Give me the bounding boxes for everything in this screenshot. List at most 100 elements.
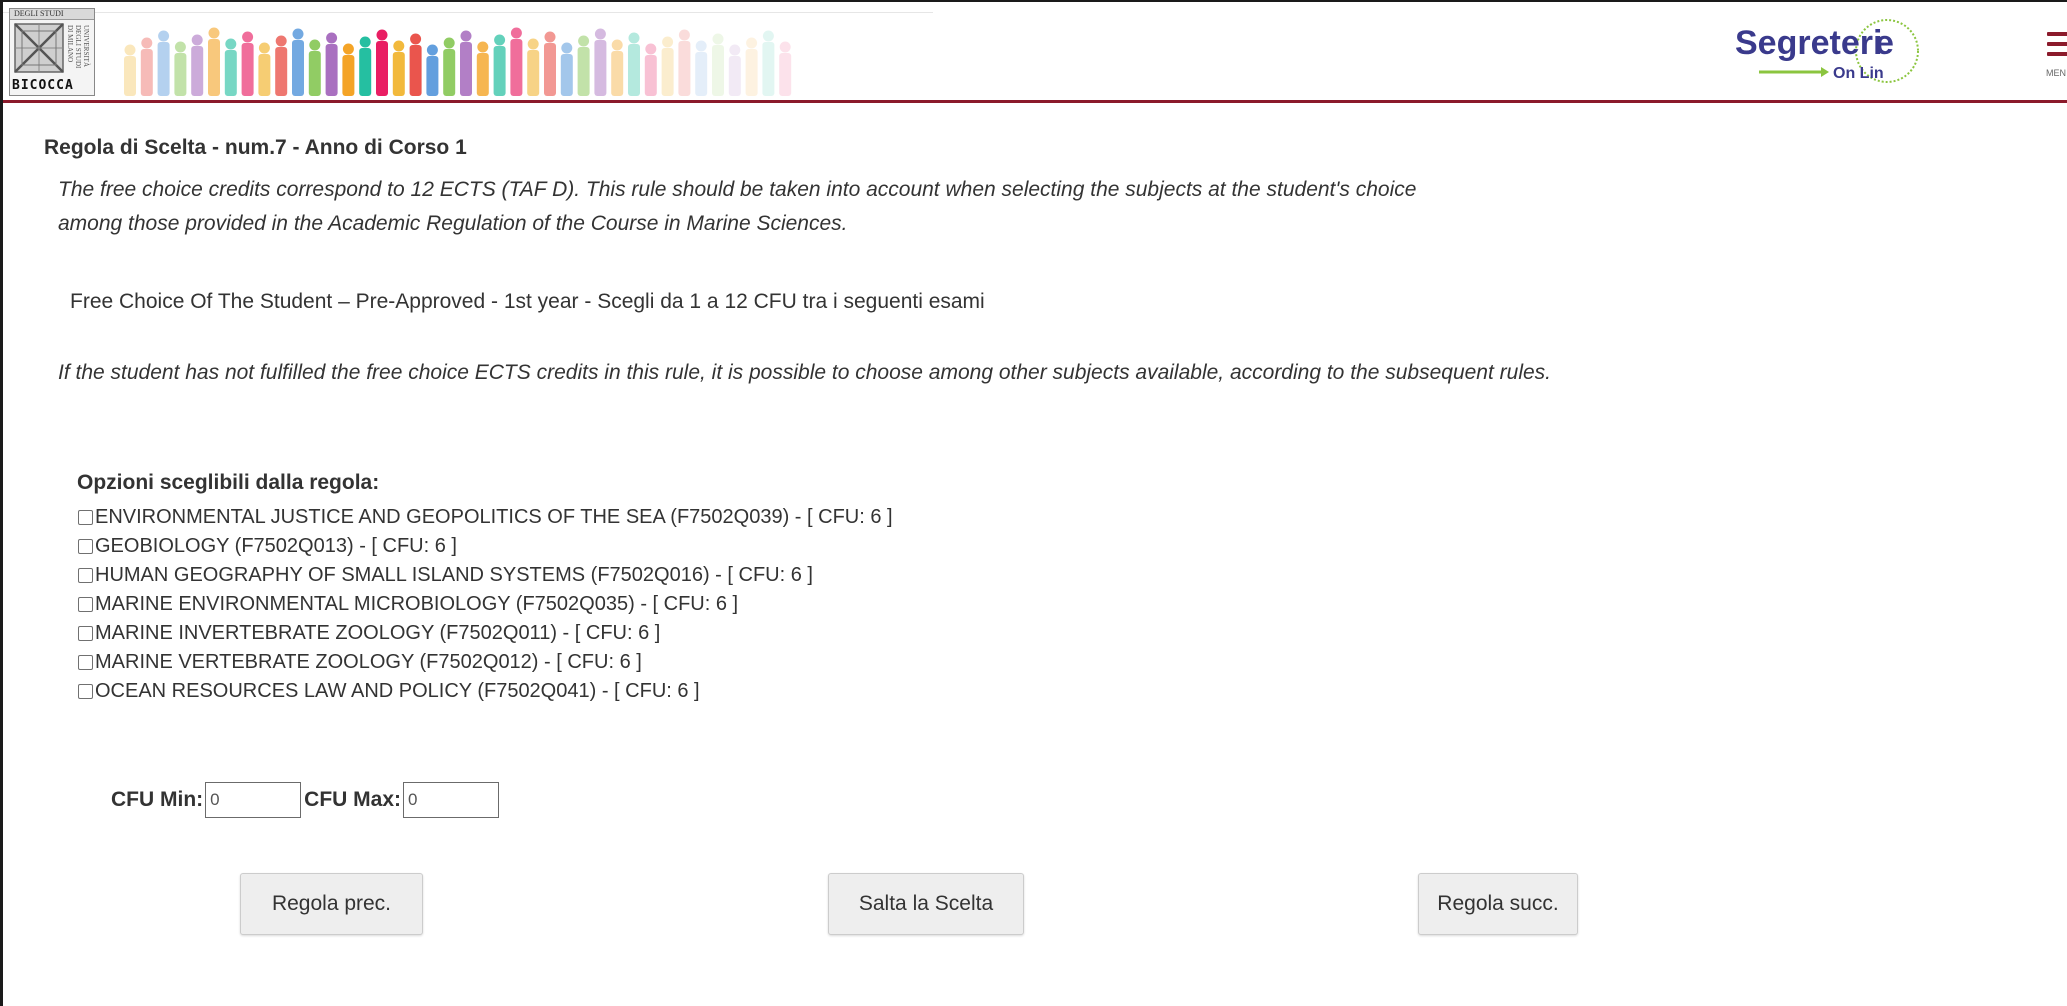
person-body <box>560 54 573 96</box>
people-banner-image <box>124 27 792 96</box>
option-item[interactable]: GEOBIOLOGY (F7502Q013) - [ CFU: 6 ] <box>76 532 893 561</box>
person-head <box>141 37 153 49</box>
university-logo[interactable]: DEGLI STUDI UNIVERSITÀ DEGLI STUDI DI MI… <box>9 8 95 96</box>
person-head <box>746 37 758 49</box>
person-figure <box>594 28 607 96</box>
cfu-max-label: CFU Max: <box>304 788 401 811</box>
person-head <box>678 29 690 41</box>
person-body <box>208 39 220 96</box>
person-body <box>140 49 153 96</box>
person-figure <box>392 40 405 96</box>
person-body <box>460 42 472 96</box>
previous-rule-button[interactable]: Regola prec. <box>240 873 423 935</box>
person-body <box>493 46 506 96</box>
person-head <box>326 32 338 44</box>
option-label[interactable]: MARINE VERTEBRATE ZOOLOGY (F7502Q012) - … <box>95 651 642 674</box>
person-body <box>376 41 388 96</box>
university-logo-band: DEGLI STUDI <box>10 9 94 20</box>
option-checkbox[interactable] <box>78 568 93 583</box>
person-head <box>645 43 657 55</box>
skip-choice-button[interactable]: Salta la Scelta <box>828 873 1024 935</box>
options-heading: Opzioni sceglibili dalla regola: <box>77 471 380 494</box>
person-figure <box>712 33 724 96</box>
option-label[interactable]: OCEAN RESOURCES LAW AND POLICY (F7502Q04… <box>95 680 700 703</box>
person-figure <box>124 44 136 96</box>
person-figure <box>695 40 708 96</box>
person-figure <box>443 37 456 96</box>
person-figure <box>493 34 506 96</box>
person-figure <box>409 33 422 96</box>
person-head <box>460 30 472 42</box>
person-head <box>242 31 254 43</box>
person-head <box>426 44 438 56</box>
person-head <box>594 28 606 40</box>
segreterie-logo-subtext: On Lin <box>1833 65 1884 82</box>
person-figure <box>275 35 288 96</box>
person-head <box>494 34 506 46</box>
person-head <box>510 27 522 39</box>
person-head <box>695 40 707 52</box>
option-checkbox[interactable] <box>78 655 93 670</box>
person-body <box>577 47 590 96</box>
next-rule-button[interactable]: Regola succ. <box>1418 873 1578 935</box>
option-checkbox[interactable] <box>78 626 93 641</box>
person-body <box>157 42 170 96</box>
person-body <box>409 45 422 96</box>
person-figure <box>376 29 388 96</box>
person-figure <box>258 42 271 96</box>
person-figure <box>762 30 775 96</box>
option-label[interactable]: MARINE INVERTEBRATE ZOOLOGY (F7502Q011) … <box>95 622 660 645</box>
person-body <box>443 49 456 96</box>
option-item[interactable]: MARINE ENVIRONMENTAL MICROBIOLOGY (F7502… <box>76 590 893 619</box>
option-label[interactable]: ENVIRONMENTAL JUSTICE AND GEOPOLITICS OF… <box>95 506 893 529</box>
person-figure <box>140 37 153 96</box>
option-checkbox[interactable] <box>78 684 93 699</box>
option-item[interactable]: HUMAN GEOGRAPHY OF SMALL ISLAND SYSTEMS … <box>76 561 893 590</box>
segreterie-logo-arrowhead <box>1821 67 1829 77</box>
person-figure <box>241 31 254 96</box>
person-head <box>477 41 489 53</box>
cfu-max-input[interactable] <box>403 782 499 818</box>
option-label[interactable]: MARINE ENVIRONMENTAL MICROBIOLOGY (F7502… <box>95 593 738 616</box>
person-body <box>510 39 523 96</box>
person-figure <box>577 35 590 96</box>
person-figure <box>527 38 540 96</box>
hamburger-icon-bar <box>2047 42 2067 46</box>
person-head <box>158 30 170 42</box>
cfu-min-input[interactable] <box>205 782 302 818</box>
option-item[interactable]: OCEAN RESOURCES LAW AND POLICY (F7502Q04… <box>76 677 893 706</box>
person-head <box>443 37 455 49</box>
person-body <box>527 50 540 96</box>
option-label[interactable]: HUMAN GEOGRAPHY OF SMALL ISLAND SYSTEMS … <box>95 564 813 587</box>
person-body <box>594 40 607 96</box>
option-item[interactable]: MARINE INVERTEBRATE ZOOLOGY (F7502Q011) … <box>76 619 893 648</box>
person-figure <box>544 31 556 96</box>
option-checkbox[interactable] <box>78 510 93 525</box>
person-body <box>292 40 304 96</box>
segreterie-online-logo[interactable]: Segreteri e On Lin <box>1729 16 1919 86</box>
person-figure <box>359 36 372 96</box>
rule-note: If the student has not fulfilled the fre… <box>58 361 1551 384</box>
person-body <box>728 56 741 96</box>
person-figure <box>678 29 691 96</box>
person-head <box>779 41 791 53</box>
person-head <box>258 42 270 54</box>
university-logo-top-text: DEGLI STUDI <box>14 9 64 18</box>
option-item[interactable]: MARINE VERTEBRATE ZOOLOGY (F7502Q012) - … <box>76 648 893 677</box>
person-figure <box>157 30 170 96</box>
person-figure <box>661 36 674 96</box>
person-head <box>359 36 371 48</box>
option-item[interactable]: ENVIRONMENTAL JUSTICE AND GEOPOLITICS OF… <box>76 503 893 532</box>
person-head <box>208 27 220 39</box>
person-head <box>275 35 287 47</box>
option-label[interactable]: GEOBIOLOGY (F7502Q013) - [ CFU: 6 ] <box>95 535 457 558</box>
option-checkbox[interactable] <box>78 597 93 612</box>
option-checkbox[interactable] <box>78 539 93 554</box>
person-figure <box>292 28 304 96</box>
person-head <box>712 33 724 45</box>
person-body <box>241 43 254 96</box>
person-figure <box>644 43 657 96</box>
hamburger-icon-bar <box>2047 52 2067 56</box>
person-head <box>527 38 539 50</box>
menu-button[interactable]: MEN <box>2039 28 2067 78</box>
